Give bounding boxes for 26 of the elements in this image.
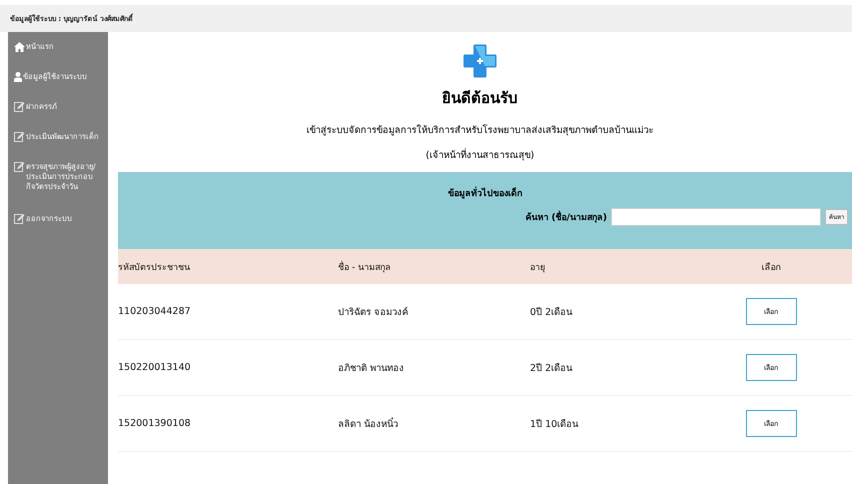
- edit-document-icon: [14, 132, 25, 142]
- search-field[interactable]: [611, 208, 821, 226]
- column-header: อายุ: [530, 262, 546, 274]
- house-icon: [14, 42, 25, 52]
- table-cell-text: อภิชาติ พานทอง: [338, 362, 406, 375]
- edit-document-icon: [14, 214, 25, 224]
- panel-title: ข้อมูลทั่วไปของเด็ก: [448, 186, 522, 200]
- edit-document-icon: [14, 102, 25, 112]
- edit-document-icon: [14, 162, 25, 172]
- table-cell-text: ลลิดา น้องหนิ๋ว: [338, 416, 400, 431]
- role-label: (เจ้าหน้าที่งานสาธารณสุข): [426, 147, 534, 162]
- table-cell-text: 2ปี 2เดือน: [530, 362, 574, 375]
- table-cell-text: 1ปี 10เดือน: [530, 418, 580, 431]
- column-header: รหัสบัตรประชาชน: [118, 262, 191, 274]
- person-icon: [14, 72, 22, 82]
- welcome-title: ยินดีต้อนรับ: [442, 88, 518, 109]
- medical-cross-logo: [463, 44, 497, 78]
- subtitle: เข้าสู่ระบบจัดการข้อมูลการให้บริการสำหรับโรงพยาบาลส่งเสริมสุขภาพตำบลบ้านแม่วะ: [306, 123, 654, 137]
- table-cell-text: 152001390108: [118, 418, 192, 429]
- search-label: ค้นหา (ชื่อ/นามสกุล): [525, 210, 607, 224]
- table-cell-text: ปาริฉัตร จอมวงค์: [338, 306, 410, 319]
- table-cell-text: 150220013140: [118, 362, 192, 373]
- table-cell-text: 0ปี 2เดือน: [530, 306, 574, 319]
- table-cell-text: 110203044287: [118, 306, 192, 317]
- column-header: ชื่อ - นามสกุล: [338, 260, 392, 274]
- column-header: เลือก: [762, 262, 780, 274]
